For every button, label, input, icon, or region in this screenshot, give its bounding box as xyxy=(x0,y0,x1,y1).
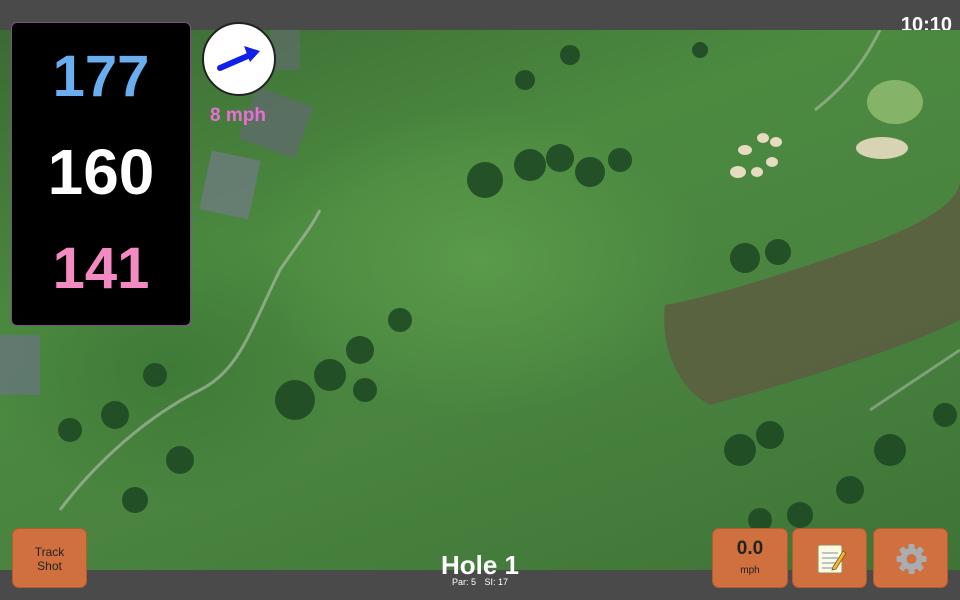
notepad-icon xyxy=(817,544,847,574)
gear-icon xyxy=(896,544,927,574)
wind-speed-label: 8 mph xyxy=(210,105,266,126)
yardage-front: 141 xyxy=(52,236,150,301)
hole-stroke-index: SI: 17 xyxy=(484,577,509,587)
scorecard-notes-button[interactable] xyxy=(792,528,867,588)
hole-info: Par: 5 SI: 17 xyxy=(380,577,580,587)
settings-button[interactable] xyxy=(873,528,948,588)
yardage-back: 177 xyxy=(52,44,150,109)
yardage-panel: 177 160 141 xyxy=(11,22,191,326)
speed-button[interactable]: 0.0 mph xyxy=(712,528,788,588)
track-shot-label-line2: Shot xyxy=(37,559,62,573)
track-shot-button[interactable]: Track Shot xyxy=(12,528,87,588)
wind-indicator xyxy=(202,22,276,96)
yardage-center: 160 xyxy=(47,136,155,208)
speed-value: 0.0 xyxy=(736,538,764,559)
hole-par: Par: 5 xyxy=(451,577,476,587)
track-shot-label-line1: Track xyxy=(34,545,65,559)
arrow-icon xyxy=(217,46,260,71)
speed-unit: mph xyxy=(740,565,760,576)
